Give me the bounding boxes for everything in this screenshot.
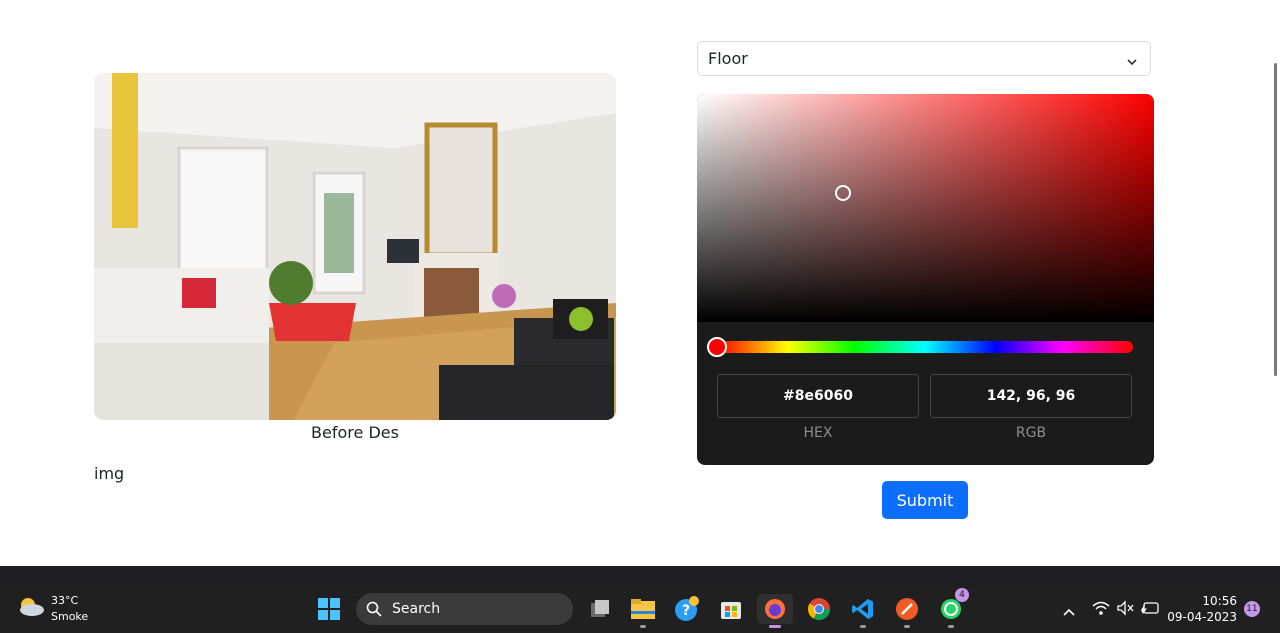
file-explorer-icon[interactable] [627,594,659,628]
firefox-icon[interactable] [757,594,793,628]
weather-description[interactable]: Smoke [51,610,88,623]
saturation-panel[interactable] [697,94,1154,322]
surface-select[interactable]: Floor [697,41,1151,76]
vscode-icon[interactable] [847,594,879,628]
chevron-down-icon [1126,53,1138,72]
clock-time[interactable]: 10:56 [1202,594,1237,608]
saturation-cursor[interactable] [835,185,851,201]
battery-icon[interactable] [1140,600,1160,620]
submit-button[interactable]: Submit [882,481,968,519]
weather-temperature[interactable]: 33°C [51,594,78,607]
whatsapp-icon[interactable]: 4 [935,588,969,628]
running-indicator [904,625,910,628]
wifi-icon[interactable] [1092,600,1110,620]
hex-label: HEX [803,425,833,441]
color-picker: #8e6060 142, 96, 96 HEX RGB [697,94,1154,465]
show-hidden-icons-chevron-icon[interactable] [1062,602,1076,621]
image-caption: Before Des [311,423,399,442]
running-indicator [860,625,866,628]
clock-date[interactable]: 09-04-2023 [1167,610,1237,624]
rgb-label: RGB [1015,425,1047,441]
hex-input[interactable]: #8e6060 [717,374,919,418]
notification-count-badge[interactable]: 11 [1244,601,1260,617]
taskbar-top-band [0,566,1280,585]
page-scrollbar[interactable] [1274,63,1277,376]
running-indicator [640,625,646,628]
microsoft-store-icon[interactable] [715,594,747,624]
volume-muted-icon[interactable] [1116,600,1134,620]
svg-text:?: ? [682,603,690,619]
windows-taskbar: 33°C Smoke Search ? 4 10:56 09-04-2023 1… [0,585,1280,633]
active-indicator [769,625,781,628]
img-label: img [94,464,125,483]
hue-slider-knob[interactable] [707,337,727,357]
postman-icon[interactable] [891,594,923,628]
whatsapp-badge: 4 [955,588,969,602]
room-image [94,73,616,420]
surface-select-value: Floor [708,49,748,68]
get-help-icon[interactable]: ? [671,594,703,624]
running-indicator [948,625,954,628]
search-icon [366,601,382,621]
taskbar-search[interactable]: Search [356,593,573,625]
task-view-icon[interactable] [584,594,616,624]
rgb-input[interactable]: 142, 96, 96 [930,374,1132,418]
chrome-icon[interactable] [803,594,835,624]
hue-slider[interactable] [717,341,1133,353]
search-label: Search [392,601,441,617]
windows-start-icon[interactable] [313,594,345,624]
weather-icon[interactable] [17,596,45,622]
